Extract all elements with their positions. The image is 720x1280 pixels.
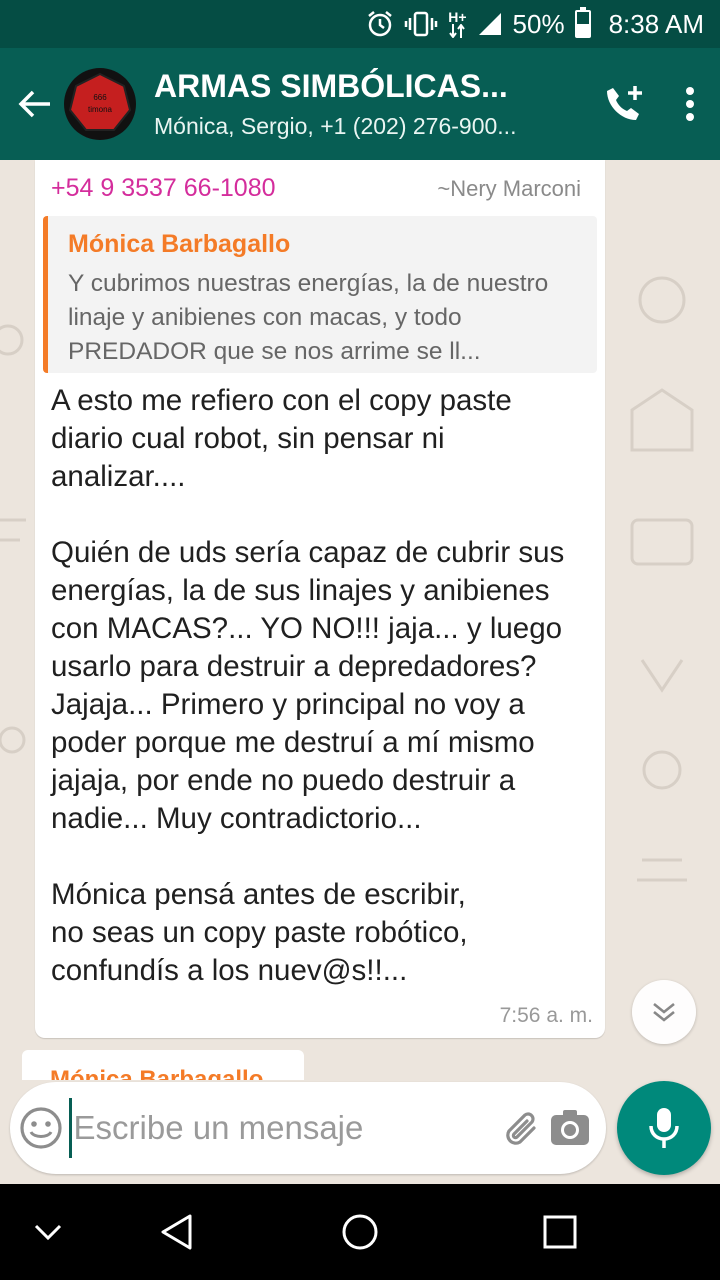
home-circle-icon	[342, 1214, 378, 1250]
emoji-icon	[20, 1107, 62, 1149]
sender-phone[interactable]: +54 9 3537 66-1080	[51, 174, 276, 203]
wallpaper-doodle-icon	[630, 276, 694, 882]
chat-participants: Mónica, Sergio, +1 (202) 276-900...	[154, 113, 517, 139]
camera-icon	[551, 1110, 590, 1145]
message-input[interactable]	[68, 1098, 499, 1158]
more-vertical-icon	[686, 87, 694, 121]
message-time: 7:56 a. m.	[499, 1004, 593, 1027]
quoted-message[interactable]: Mónica Barbagallo Y cubrimos nuestras en…	[43, 216, 597, 373]
paperclip-icon	[506, 1112, 537, 1145]
battery-icon	[574, 7, 591, 38]
chevron-double-down-icon	[653, 1002, 675, 1022]
nav-recents-button[interactable]	[512, 1184, 608, 1280]
status-bar: H+ 50% 8:38 AM	[0, 0, 720, 48]
add-call-icon	[607, 86, 642, 120]
quote-author: Mónica Barbagallo	[68, 230, 291, 258]
avatar-text-bottom: timona	[88, 105, 113, 114]
chat-messages[interactable]: +54 9 3537 66-1080 ~Nery Marconi Mónica …	[0, 160, 720, 1184]
add-call-button[interactable]	[590, 48, 660, 160]
chat-title-block[interactable]: ARMAS SIMBÓLICAS... Mónica, Sergio, +1 (…	[154, 68, 590, 140]
clock: 8:38 AM	[608, 8, 704, 39]
chat-title: ARMAS SIMBÓLICAS...	[154, 68, 508, 104]
nav-back-button[interactable]	[128, 1184, 224, 1280]
attach-button[interactable]	[499, 1082, 547, 1174]
message-paragraph: Mónica pensá antes de escribir, no seas …	[51, 878, 468, 987]
more-options-button[interactable]	[660, 48, 720, 160]
chat-header: 666 timona ARMAS SIMBÓLICAS... Mónica, S…	[0, 48, 720, 160]
signal-icon	[477, 11, 503, 37]
next-message-sender: Mónica Barbagallo	[50, 1066, 264, 1080]
camera-button[interactable]	[546, 1082, 594, 1174]
group-avatar[interactable]: 666 timona	[64, 68, 136, 140]
sender-row: +54 9 3537 66-1080 ~Nery Marconi	[51, 174, 581, 203]
nav-home-button[interactable]	[312, 1184, 408, 1280]
back-arrow-icon[interactable]	[6, 48, 64, 160]
data-arrows-icon: H+	[448, 9, 467, 38]
recents-square-icon	[543, 1215, 577, 1249]
scroll-to-bottom-button[interactable]	[632, 980, 696, 1044]
chevron-down-icon	[34, 1224, 62, 1241]
system-nav-bar	[0, 1184, 720, 1280]
message-composer	[10, 1082, 606, 1174]
avatar-text-top: 666	[93, 93, 107, 102]
emoji-button[interactable]	[14, 1082, 69, 1174]
wallpaper-doodle-left-icon	[0, 324, 26, 754]
message-paragraph: Quién de uds sería capaz de cubrir sus e…	[51, 536, 565, 835]
message-text: A esto me refiero con el copy paste diar…	[51, 382, 571, 990]
microphone-icon	[649, 1108, 679, 1148]
sender-name: ~Nery Marconi	[437, 176, 581, 201]
battery-percent: 50%	[512, 8, 565, 39]
quote-text: Y cubrimos nuestras energías, la de nues…	[68, 270, 549, 365]
nav-hide-button[interactable]	[0, 1184, 96, 1280]
voice-record-button[interactable]	[617, 1081, 711, 1175]
back-triangle-icon	[161, 1214, 192, 1250]
alarm-icon	[366, 10, 394, 38]
next-message-bubble[interactable]: Mónica Barbagallo	[22, 1050, 304, 1080]
message-bubble[interactable]: +54 9 3537 66-1080 ~Nery Marconi Mónica …	[35, 160, 605, 1038]
message-paragraph: A esto me refiero con el copy paste diar…	[51, 384, 512, 493]
vibrate-icon	[404, 10, 438, 38]
network-type-label: H+	[448, 9, 467, 25]
